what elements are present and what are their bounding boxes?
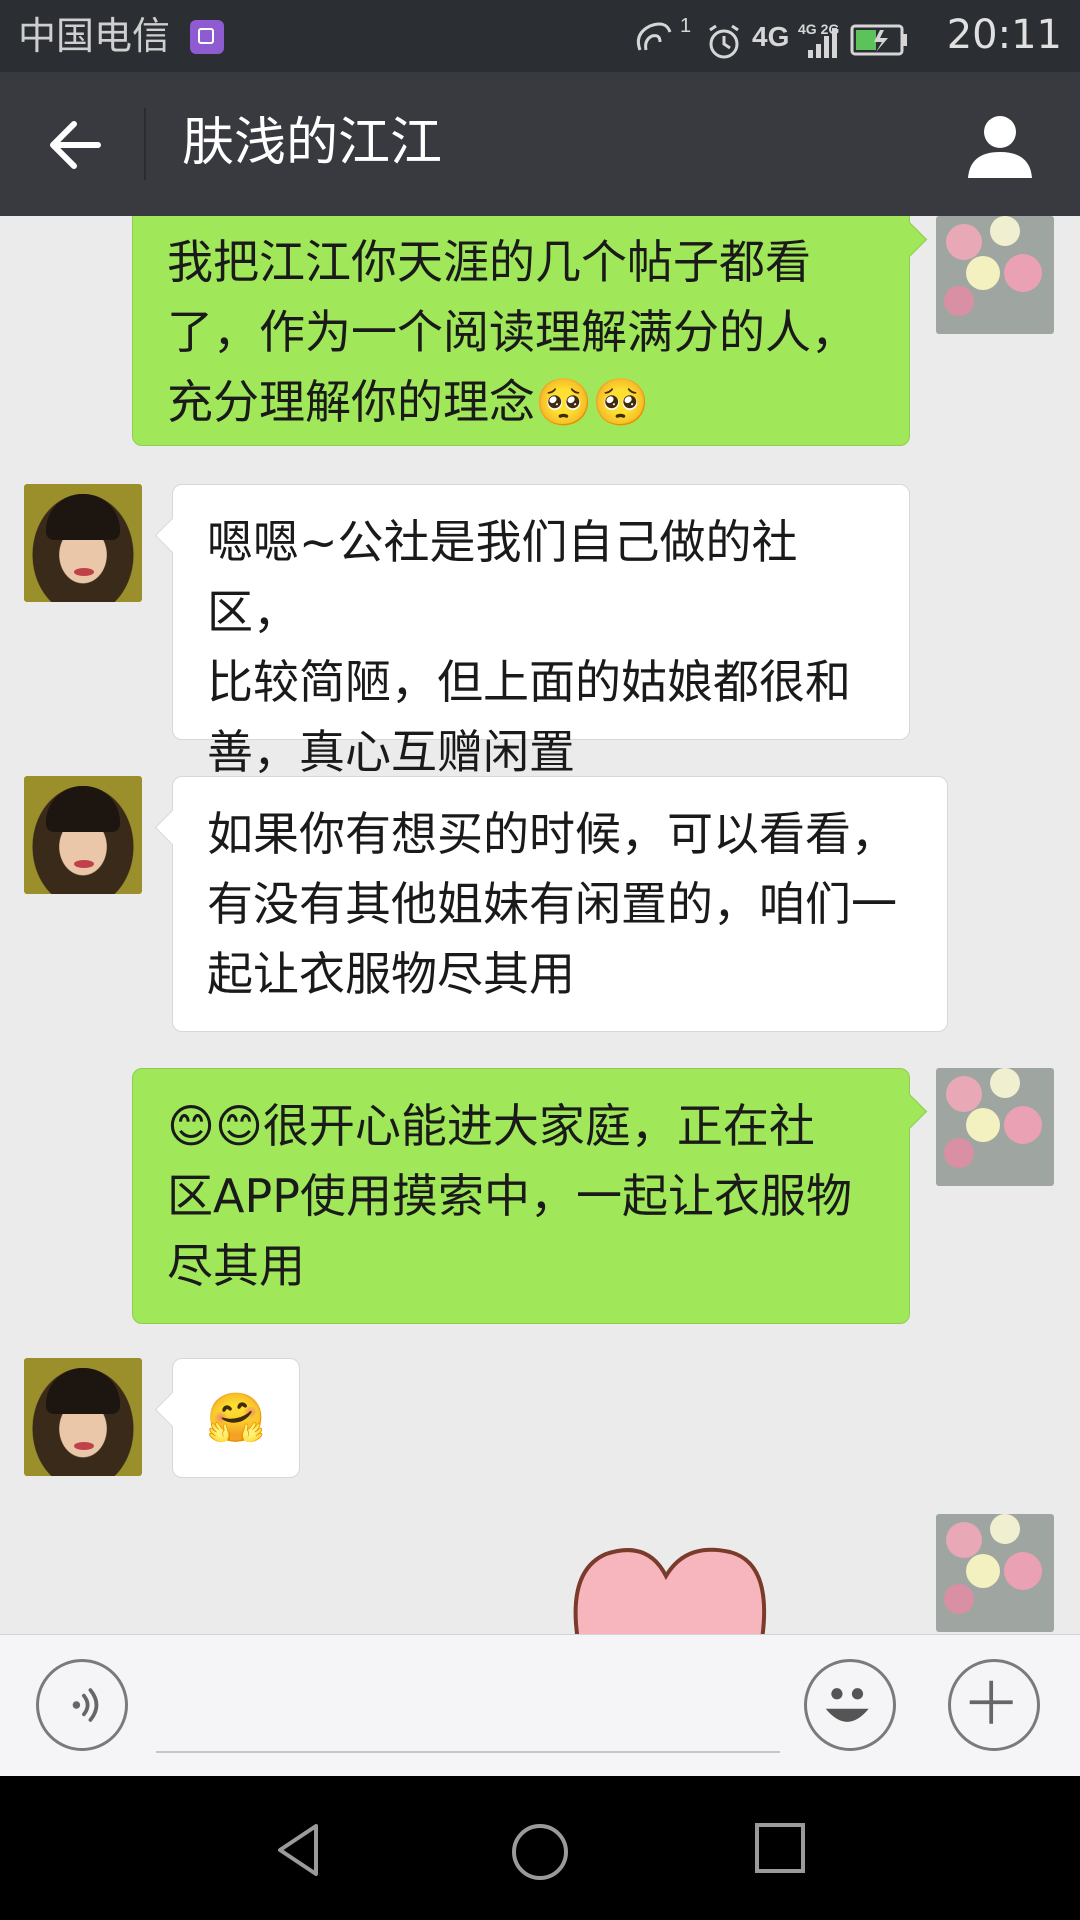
contact-avatar[interactable]	[24, 1358, 142, 1476]
battery-charging-icon	[850, 24, 907, 56]
person-icon[interactable]	[962, 108, 1038, 184]
header-divider	[144, 108, 146, 180]
carrier-label: 中国电信	[18, 14, 171, 58]
sim-indicator: 1	[680, 15, 691, 37]
heart-sticker-icon[interactable]	[570, 1532, 810, 1634]
input-bar	[0, 1634, 1080, 1777]
my-avatar[interactable]	[936, 1514, 1054, 1632]
chat-title: 肤浅的江江	[182, 113, 443, 173]
message-text: 🤗	[206, 1390, 266, 1446]
message-bubble-outgoing[interactable]: 😊😊很开心能进大家庭，正在社 区APP使用摸索中，一起让衣服物 尽其用	[132, 1068, 910, 1324]
contact-avatar[interactable]	[24, 484, 142, 602]
status-bar: 中国电信 1 4G 4G 2G 20:11	[0, 0, 1080, 72]
message-text: 😊😊很开心能进大家庭，正在社 区APP使用摸索中，一起让衣服物 尽其用	[167, 1099, 852, 1293]
message-bubble-incoming[interactable]: 🤗	[172, 1358, 300, 1478]
nav-recents-icon[interactable]	[752, 1820, 808, 1876]
message-bubble-outgoing[interactable]: 我把江江你天涯的几个帖子都看 了，作为一个阅读理解满分的人， 充分理解你的理念🥺…	[132, 216, 910, 446]
message-input[interactable]	[156, 1751, 780, 1753]
message-list[interactable]: 我把江江你天涯的几个帖子都看 了，作为一个阅读理解满分的人， 充分理解你的理念🥺…	[0, 216, 1080, 1634]
message-bubble-incoming[interactable]: 如果你有想买的时候，可以看看， 有没有其他姐妹有闲置的，咱们一 起让衣服物尽其用	[172, 776, 948, 1032]
message-bubble-incoming[interactable]: 嗯嗯~公社是我们自己做的社区， 比较简陋，但上面的姑娘都很和 善，真心互赠闲置	[172, 484, 910, 779]
smiley-icon[interactable]	[804, 1659, 896, 1751]
photo-notification-icon	[190, 20, 224, 54]
nav-back-icon[interactable]	[270, 1820, 330, 1880]
voice-icon[interactable]	[36, 1659, 128, 1751]
my-avatar[interactable]	[936, 1068, 1054, 1186]
clock-time: 20:11	[946, 12, 1062, 58]
system-nav-bar	[0, 1776, 1080, 1920]
chat-header: 肤浅的江江	[0, 72, 1080, 216]
network-4g-label: 4G	[752, 21, 789, 52]
message-text: 如果你有想买的时候，可以看看， 有没有其他姐妹有闲置的，咱们一 起让衣服物尽其用	[207, 807, 897, 1001]
my-avatar[interactable]	[936, 216, 1054, 334]
plus-icon[interactable]	[948, 1659, 1040, 1751]
hotspot-icon	[636, 22, 672, 51]
contact-avatar[interactable]	[24, 776, 142, 894]
nav-home-icon[interactable]	[508, 1820, 572, 1884]
alarm-icon	[709, 24, 739, 59]
arrow-left-icon[interactable]	[42, 110, 112, 180]
status-icons: 1 4G 4G 2G	[636, 15, 907, 59]
message-text: 我把江江你天涯的几个帖子都看 了，作为一个阅读理解满分的人， 充分理解你的理念🥺…	[167, 235, 857, 429]
message-text: 嗯嗯~公社是我们自己做的社区， 比较简陋，但上面的姑娘都很和 善，真心互赠闲置	[207, 515, 851, 779]
